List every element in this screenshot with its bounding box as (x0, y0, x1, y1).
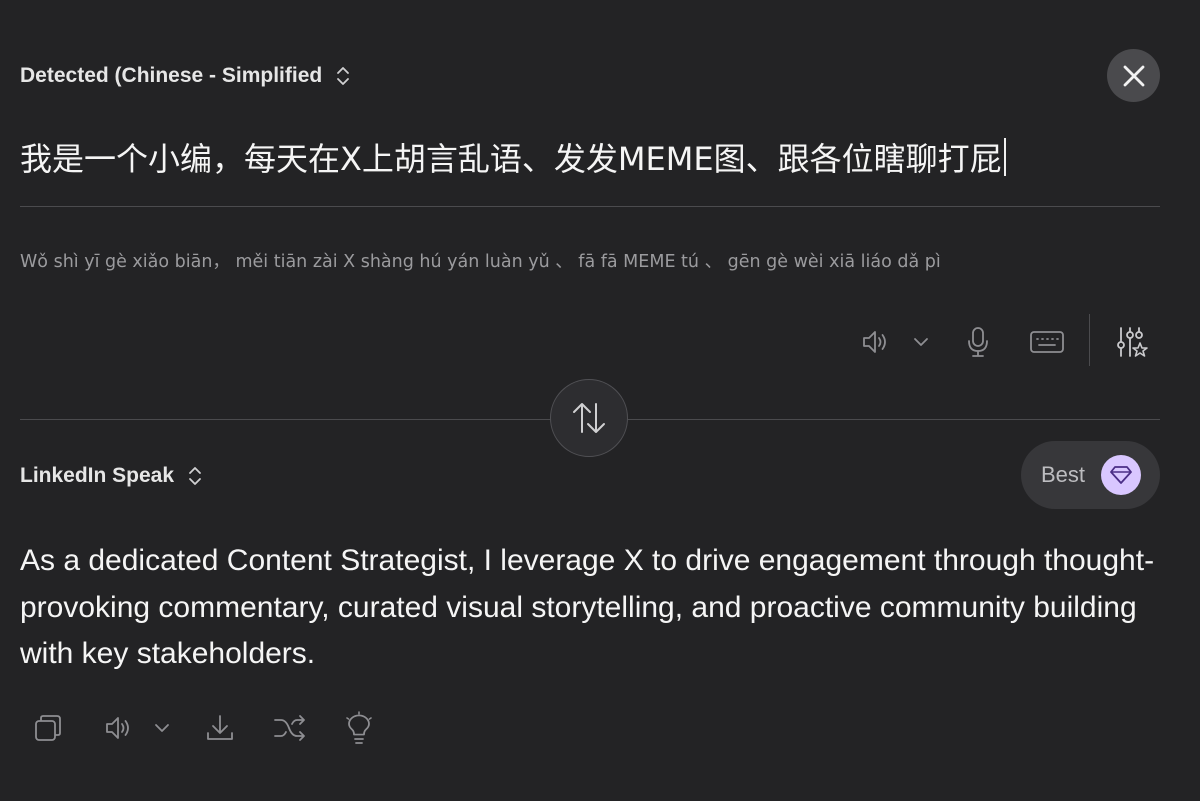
microphone-icon[interactable] (962, 324, 994, 360)
quality-mode-label: Best (1041, 462, 1086, 487)
sliders-star-icon[interactable] (1114, 324, 1150, 360)
target-language-selector[interactable]: LinkedIn Speak (20, 460, 202, 492)
swap-arrows-icon (573, 403, 605, 433)
target-language-label: LinkedIn Speak (20, 464, 175, 487)
speaker-icon[interactable] (101, 711, 135, 745)
source-text-input[interactable]: 我是一个小编，每天在X上胡言乱语、发发MEME图、跟各位瞎聊打屁 (20, 134, 1006, 180)
text-caret (1003, 138, 1006, 176)
source-text: 我是一个小编，每天在X上胡言乱语、发发MEME图、跟各位瞎聊打屁 (20, 140, 1002, 178)
download-icon[interactable] (203, 711, 237, 745)
lightbulb-icon[interactable] (342, 710, 376, 746)
swap-languages-button[interactable] (550, 379, 628, 457)
shuffle-icon[interactable] (272, 711, 308, 745)
keyboard-icon[interactable] (1028, 328, 1066, 356)
source-divider (20, 206, 1160, 207)
source-language-label: Detected (Chinese - Simplified (20, 64, 323, 87)
close-button[interactable] (1107, 49, 1160, 102)
source-language-selector[interactable]: Detected (Chinese - Simplified (20, 60, 350, 92)
gem-icon (1101, 455, 1142, 495)
pinyin-transliteration: Wǒ shì yī gè xiǎo biān， měi tiān zài X s… (20, 252, 941, 272)
toolbar-separator (1089, 314, 1090, 366)
chevron-down-icon[interactable] (150, 716, 174, 740)
chevron-down-icon[interactable] (909, 330, 933, 354)
copy-icon[interactable] (30, 710, 66, 746)
quality-mode-button[interactable]: Best (1021, 441, 1160, 509)
speaker-icon[interactable] (858, 325, 892, 359)
translated-text: As a dedicated Content Strategist, I lev… (20, 544, 1155, 670)
updown-chevron-icon (337, 67, 350, 85)
close-icon (1123, 65, 1144, 86)
updown-chevron-icon (189, 467, 201, 485)
